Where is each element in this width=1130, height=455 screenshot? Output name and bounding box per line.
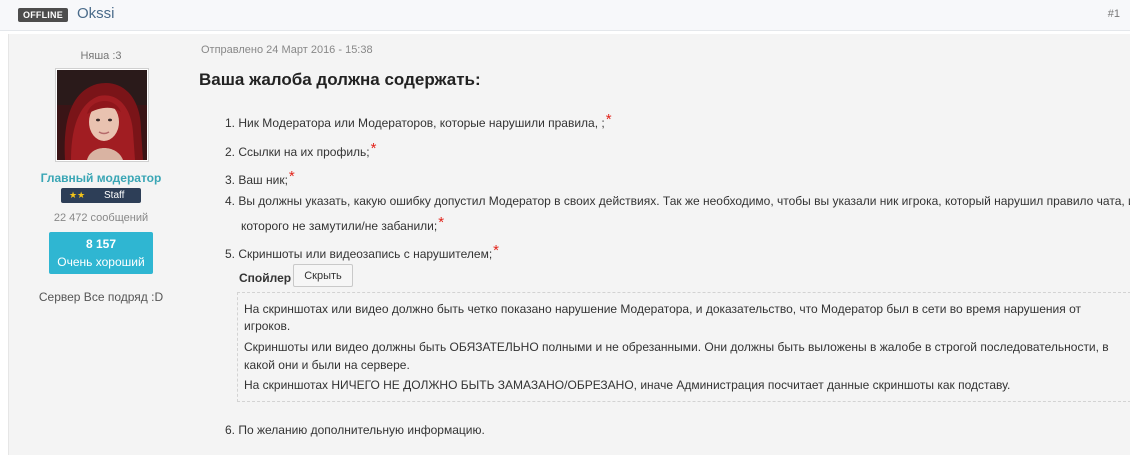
avatar[interactable] <box>55 68 149 162</box>
spoiler-label: Спойлер <box>239 271 292 285</box>
reputation-label: Очень хороший <box>57 255 145 269</box>
spoiler-text-line: На скриншотах НИЧЕГО НЕ ДОЛЖНО БЫТЬ ЗАМА… <box>244 378 1011 392</box>
reputation-value: 8 157 <box>85 237 117 251</box>
server-info: Сервер Все подряд :D <box>38 290 164 304</box>
post-header: OFFLINE Okssi #1 <box>0 0 1130 31</box>
list-item-text: Вы должны указать, какую ошибку допустил… <box>238 194 1130 208</box>
group-name: Главный модератор <box>40 171 162 185</box>
spoiler-content: На скриншотах или видео должно быть четк… <box>237 292 1130 402</box>
list-number: 1. <box>225 116 239 130</box>
required-marker: * <box>370 140 377 157</box>
required-marker: * <box>605 111 612 128</box>
required-marker: * <box>288 168 295 185</box>
list-item-text: Ваш ник; <box>238 173 288 187</box>
post-body: Няша :3 Главный модератор ★★ Staff 22 47… <box>8 34 1130 455</box>
staff-label: Staff <box>104 190 125 201</box>
list-number: 5. <box>225 247 239 261</box>
list-item-continuation: которого не замутили/не забанили;* <box>241 214 445 234</box>
required-marker: * <box>438 214 445 231</box>
post-date: Отправлено 24 Март 2016 - 15:38 <box>201 44 373 56</box>
spoiler-text-line: Скриншоты или видео должны быть ОБЯЗАТЕЛ… <box>244 340 1109 354</box>
list-item-text: Ссылки на их профиль; <box>238 145 370 159</box>
list-number: 2. <box>225 145 239 159</box>
list-item: 4. Вы должны указать, какую ошибку допус… <box>225 194 1130 208</box>
author-sidebar: Няша :3 Главный модератор ★★ Staff 22 47… <box>9 34 193 455</box>
list-item: 6. По желанию дополнительную информацию. <box>225 423 485 437</box>
list-item: 5. Скриншоты или видеозапись с нарушител… <box>225 242 499 262</box>
spoiler-text-line: какой они и были на сервере. <box>244 358 410 372</box>
spoiler-text-line: игроков. <box>244 319 291 333</box>
list-number: 4. <box>225 194 239 208</box>
required-marker: * <box>493 242 499 259</box>
staff-badge: ★★ Staff <box>61 188 141 203</box>
list-number: 3. <box>225 173 239 187</box>
list-item-text: По желанию дополнительную информацию. <box>238 423 485 437</box>
list-number: 6. <box>225 423 239 437</box>
spoiler-text-line: На скриншотах или видео должно быть четк… <box>244 302 1081 316</box>
list-item: 2. Ссылки на их профиль;* <box>225 140 377 160</box>
post-content: Отправлено 24 Март 2016 - 15:38 Ваша жал… <box>199 34 1130 455</box>
post-number-link[interactable]: #1 <box>1108 8 1120 20</box>
reputation-box: 8 157 Очень хороший <box>49 232 153 274</box>
list-item-text: которого не замутили/не забанили; <box>241 219 438 233</box>
spoiler-hide-button[interactable]: Скрыть <box>293 264 353 287</box>
list-item-text: Скриншоты или видеозапись с нарушителем; <box>238 247 493 261</box>
author-username-link[interactable]: Okssi <box>77 5 115 22</box>
post-heading: Ваша жалоба должна содержать: <box>199 70 481 89</box>
message-count: 22 472 сообщений <box>53 212 149 224</box>
list-item: 1. Ник Модератора или Модераторов, котор… <box>225 111 612 131</box>
list-item-text: Ник Модератора или Модераторов, которые … <box>238 116 605 130</box>
user-title: Няша :3 <box>80 50 122 62</box>
status-badge: OFFLINE <box>18 8 68 22</box>
star-icon: ★★ <box>69 190 86 200</box>
list-item: 3. Ваш ник;* <box>225 168 295 188</box>
